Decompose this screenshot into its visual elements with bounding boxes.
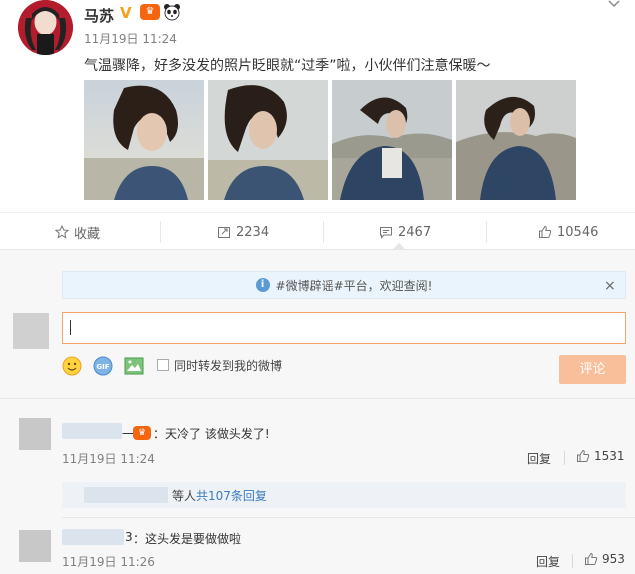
submit-comment-button[interactable]: 评论: [559, 355, 626, 384]
thumbs-up-icon: [585, 552, 598, 565]
post-photo-2[interactable]: [208, 80, 328, 200]
commenter-name[interactable]: [62, 423, 122, 439]
commenter-avatar[interactable]: [19, 530, 51, 562]
repost-count: 2234: [236, 224, 270, 240]
repost-button[interactable]: 2234: [217, 222, 269, 242]
divider: [62, 517, 635, 518]
comment-like-button[interactable]: 953: [584, 552, 625, 566]
vip-badge-icon: ♛: [133, 426, 151, 440]
commenter-name-suffix[interactable]: 3: [125, 530, 133, 544]
verified-icon: V: [120, 4, 132, 22]
repost-icon: [218, 227, 230, 238]
commenter-avatar[interactable]: [19, 418, 51, 450]
comment-caret: [392, 243, 406, 250]
emoji-icon[interactable]: [62, 356, 82, 376]
reply-button[interactable]: 回复: [527, 450, 551, 467]
text-cursor: [70, 320, 71, 335]
comment-like-button[interactable]: 1531: [576, 449, 625, 463]
replies-count[interactable]: 共107条回复: [196, 489, 267, 503]
favorite-label: 收藏: [74, 226, 101, 242]
author-name[interactable]: 马苏: [84, 5, 114, 26]
reply-button[interactable]: 回复: [536, 553, 560, 570]
vip-badge-icon: ♛: [140, 4, 160, 20]
close-icon[interactable]: ×: [604, 278, 616, 294]
share-label: 同时转发到我的微博: [174, 359, 283, 373]
commenter-name[interactable]: [62, 529, 124, 545]
share-checkbox[interactable]: [157, 359, 169, 371]
divider: [564, 451, 565, 465]
comment-count: 2467: [398, 224, 432, 240]
thumbs-up-icon: [539, 225, 552, 238]
replies-summary-text[interactable]: 等人共107条回复: [172, 487, 267, 504]
post-photo-4[interactable]: [456, 80, 576, 200]
my-avatar[interactable]: [13, 313, 49, 349]
star-icon: [55, 225, 69, 239]
info-icon: i: [255, 278, 270, 292]
comment-input[interactable]: [62, 312, 626, 344]
image-icon[interactable]: [124, 356, 144, 376]
replier-name[interactable]: [84, 487, 168, 503]
gif-icon[interactable]: GIF: [93, 356, 113, 376]
comment-icon: [380, 227, 392, 239]
action-divider: [486, 221, 487, 243]
comment-like-count: 953: [602, 552, 625, 566]
like-count: 10546: [557, 224, 599, 240]
comment-button[interactable]: 2467: [379, 222, 431, 242]
action-divider: [160, 221, 161, 243]
thumbs-up-icon: [577, 449, 590, 462]
comment-like-count: 1531: [594, 449, 625, 463]
post-text: 气温骤降，好多没发的照片眨眼就“过季”啦，小伙伴们注意保暖～: [84, 58, 491, 74]
svg-text:GIF: GIF: [96, 363, 109, 371]
divider: [0, 398, 635, 399]
author-avatar[interactable]: [18, 0, 73, 55]
panda-icon: [163, 3, 181, 21]
comment-text: ：天冷了 该做头发了!: [153, 427, 270, 441]
post-timestamp[interactable]: 11月19日 11:24: [84, 30, 177, 47]
favorite-button[interactable]: 收藏: [55, 222, 100, 242]
comment-text: ：这头发是要做做啦: [133, 532, 242, 546]
notice-text: #微博辟谣#平台，欢迎查阅!: [275, 278, 433, 293]
post-photo-3[interactable]: [332, 80, 452, 200]
comment-time: 11月19日 11:26: [62, 555, 155, 569]
notice-banner[interactable]: i #微博辟谣#平台，欢迎查阅!: [62, 271, 626, 299]
chevron-down-icon[interactable]: [607, 0, 621, 10]
comment-time: 11月19日 11:24: [62, 452, 155, 466]
action-divider: [323, 221, 324, 243]
replies-by: 等人: [172, 489, 197, 503]
divider: [572, 554, 573, 568]
post-photo-1[interactable]: [84, 80, 204, 200]
like-button[interactable]: 10546: [538, 222, 598, 242]
